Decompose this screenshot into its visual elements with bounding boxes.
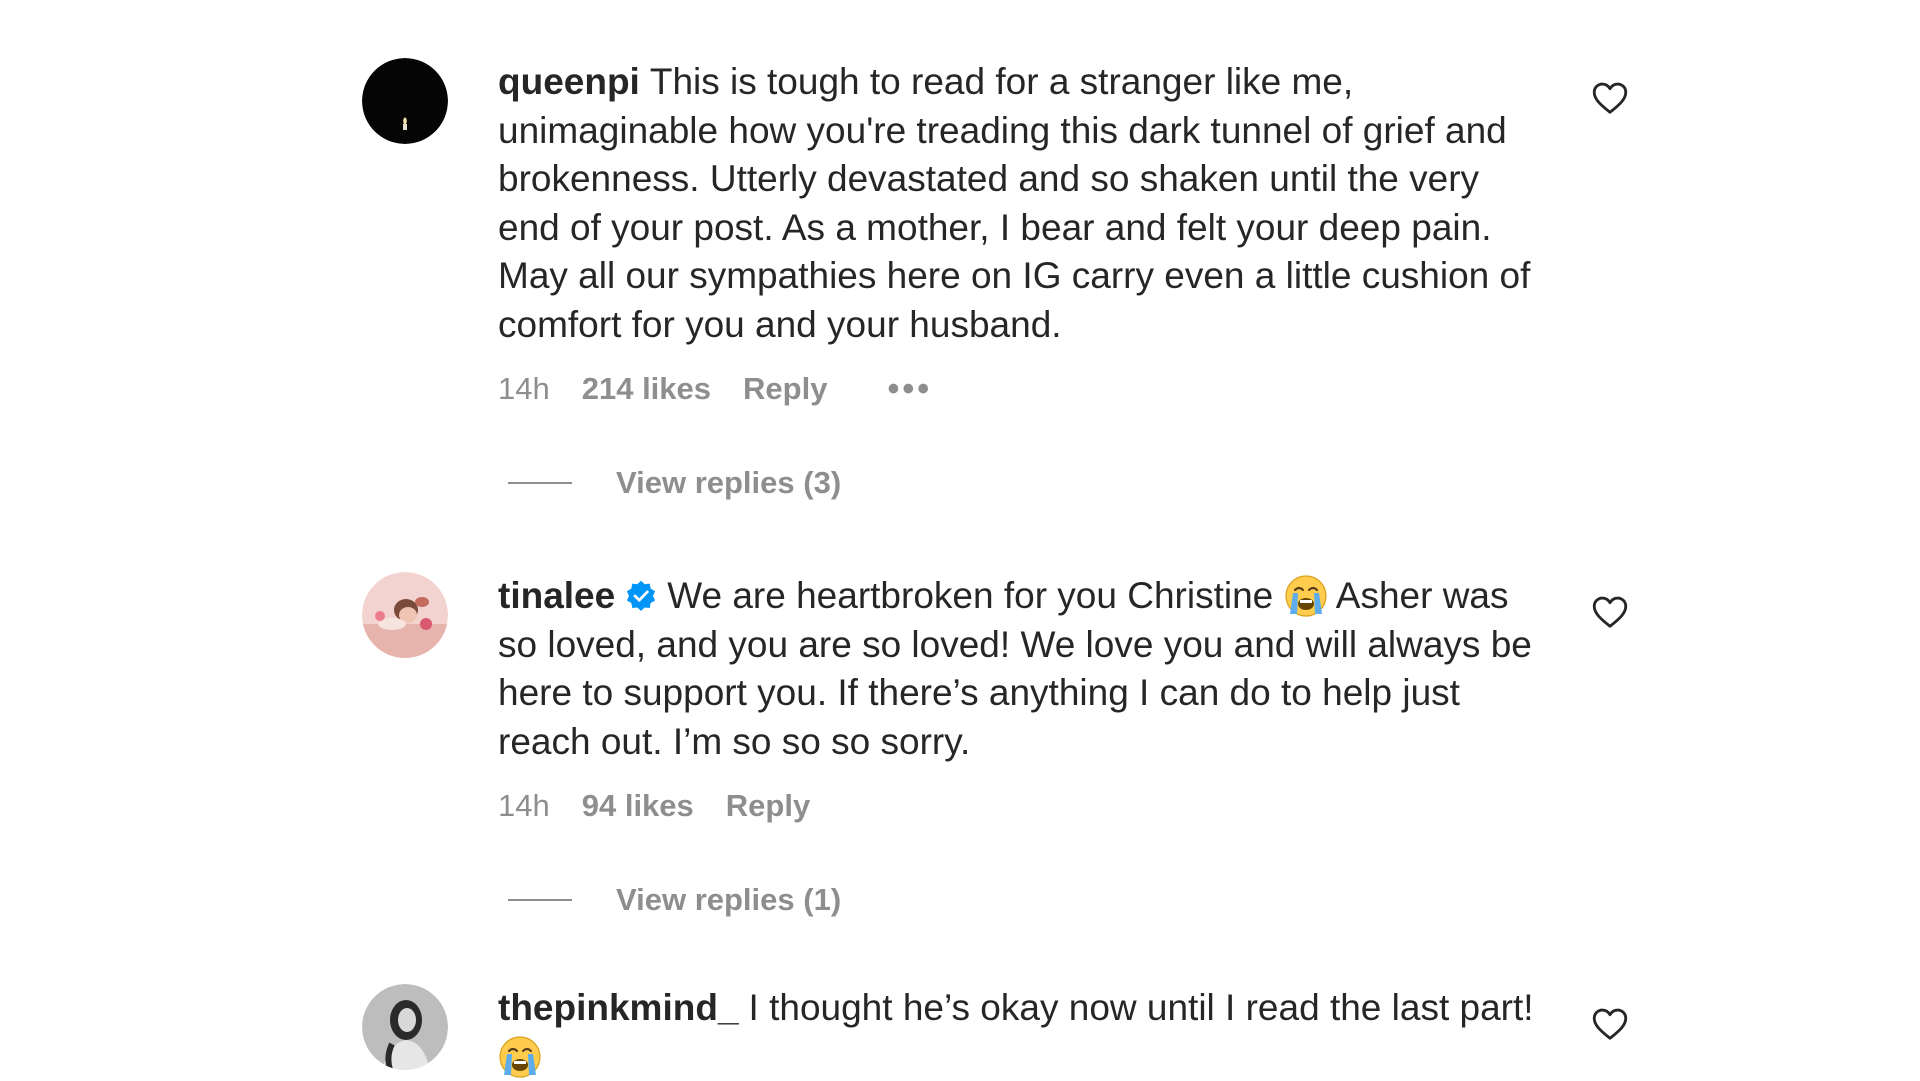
comment-meta: 14h 214 likes Reply •••: [498, 371, 1548, 407]
heart-outline-icon[interactable]: [1592, 81, 1628, 115]
comment-meta: 14h 94 likes Reply: [498, 788, 1548, 824]
view-replies-label: View replies (3): [616, 465, 842, 500]
comment-username[interactable]: thepinkmind_: [498, 987, 739, 1028]
heart-outline-icon[interactable]: [1592, 1007, 1628, 1041]
reply-button[interactable]: Reply: [726, 788, 810, 824]
comment-username[interactable]: tinalee: [498, 575, 615, 616]
comment-content: We are heartbroken for you Christine: [667, 575, 1274, 616]
view-replies-label: View replies (1): [616, 882, 842, 917]
reply-button[interactable]: Reply: [743, 371, 827, 407]
avatar-image: [362, 58, 448, 144]
comment-likes[interactable]: 214 likes: [582, 371, 711, 407]
comment-body: tinalee We are heartbroken for you Christ…: [498, 572, 1548, 918]
comment-time[interactable]: 14h: [498, 371, 550, 407]
avatar[interactable]: [362, 984, 448, 1070]
view-replies-button[interactable]: View replies (3): [508, 465, 1548, 501]
divider-line: [508, 899, 572, 901]
view-replies-button[interactable]: View replies (1): [508, 882, 1548, 918]
avatar-image: [362, 984, 448, 1070]
comment-text: tinalee We are heartbroken for you Christ…: [498, 572, 1548, 766]
verified-badge-icon: [627, 580, 656, 611]
more-options-icon[interactable]: •••: [887, 372, 932, 406]
crying-face-emoji-icon: [1284, 575, 1327, 617]
comment-username[interactable]: queenpi: [498, 61, 640, 102]
avatar[interactable]: [362, 58, 448, 144]
comment-content: I thought he’s okay now until I read the…: [748, 987, 1534, 1028]
comment-content: This is tough to read for a stranger lik…: [498, 61, 1531, 345]
comment-likes[interactable]: 94 likes: [582, 788, 694, 824]
avatar-image: [362, 572, 448, 658]
comment-body: queenpi This is tough to read for a stran…: [498, 58, 1548, 501]
crying-face-emoji-icon: [499, 1035, 541, 1078]
comment-time[interactable]: 14h: [498, 788, 550, 824]
comments-list: queenpi This is tough to read for a stran…: [0, 0, 1920, 1080]
avatar[interactable]: [362, 572, 448, 658]
comment-body: thepinkmind_ I thought he’s okay now unti…: [498, 984, 1548, 1081]
comment-text: thepinkmind_ I thought he’s okay now unti…: [498, 984, 1548, 1081]
heart-outline-icon[interactable]: [1592, 595, 1628, 629]
divider-line: [508, 482, 572, 484]
comment-text: queenpi This is tough to read for a stran…: [498, 58, 1548, 349]
